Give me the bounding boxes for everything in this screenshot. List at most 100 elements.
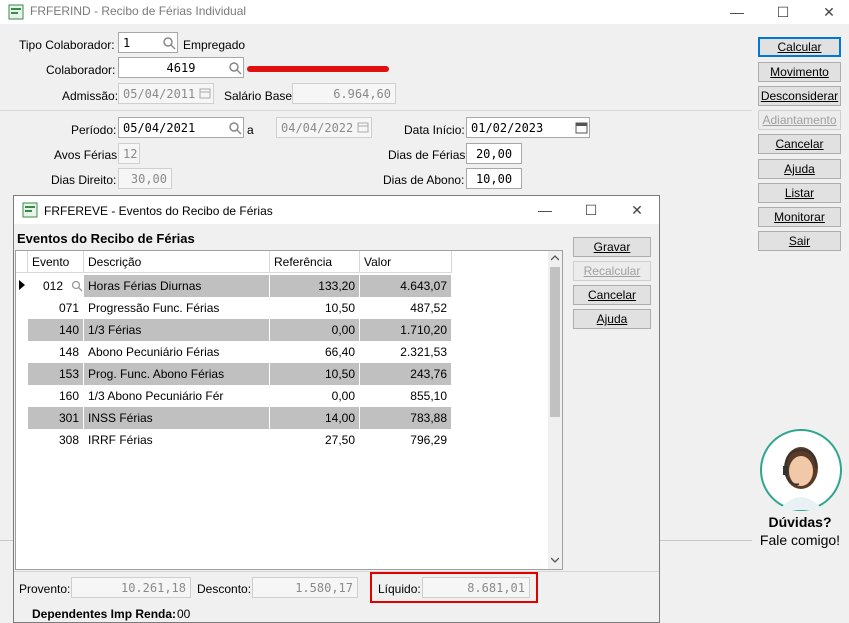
liquido-label: Líquido:: [378, 582, 421, 596]
help-widget[interactable]: Dúvidas? Fale comigo!: [755, 428, 845, 552]
dialog-ajuda-button[interactable]: Ajuda: [573, 309, 651, 329]
desconto-field: 1.580,17: [252, 577, 358, 598]
search-icon[interactable]: [228, 61, 242, 75]
sair-button[interactable]: Sair: [758, 231, 841, 251]
dias-ferias-field[interactable]: 20,00: [466, 143, 522, 164]
table-row[interactable]: 071 Progressão Func. Férias 10,50 487,52: [16, 297, 452, 319]
cell-valor: 243,76: [360, 363, 452, 385]
avos-ferias-field: 12: [118, 143, 140, 164]
scroll-thumb[interactable]: [550, 267, 560, 417]
cell-valor: 796,29: [360, 429, 452, 451]
cell-valor: 1.710,20: [360, 319, 452, 341]
row-indicator-header: [16, 251, 28, 273]
calendar-icon[interactable]: [575, 121, 588, 134]
avos-ferias-label: Avos Férias:: [54, 148, 121, 162]
listar-button[interactable]: Listar: [758, 183, 841, 203]
search-icon[interactable]: [71, 280, 83, 292]
provento-value: 10.261,18: [120, 581, 186, 595]
dias-ferias-label: Dias de Férias:: [388, 148, 469, 162]
dependentes-value: 00: [177, 607, 191, 621]
dias-abono-value: 10,00: [475, 172, 513, 186]
table-row[interactable]: 153 Prog. Func. Abono Férias 10,50 243,7…: [16, 363, 452, 385]
provento-label: Provento:: [19, 582, 71, 596]
cell-descricao: Abono Pecuniário Férias: [84, 341, 270, 363]
cell-referencia: 10,50: [270, 363, 360, 385]
data-inicio-value: 01/02/2023: [471, 121, 544, 135]
periodo-fim-value: 04/04/2022: [281, 121, 354, 135]
monitorar-button[interactable]: Monitorar: [758, 207, 841, 227]
admissao-label: Admissão:: [62, 89, 119, 103]
scroll-up-icon[interactable]: [551, 255, 559, 261]
cell-referencia: 10,50: [270, 297, 360, 319]
dialog-close-button[interactable]: ✕: [614, 200, 660, 220]
dialog-cancelar-button[interactable]: Cancelar: [573, 285, 651, 305]
cell-evento: 308: [28, 429, 84, 451]
tipo-colaborador-label: Tipo Colaborador:: [19, 38, 115, 52]
table-row[interactable]: 160 1/3 Abono Pecuniário Fér 0,00 855,10: [16, 385, 452, 407]
main-title-bar: FRFERIND - Recibo de Férias Individual —…: [0, 0, 849, 24]
movimento-button[interactable]: Movimento: [758, 62, 841, 82]
cell-valor: 2.321,53: [360, 341, 452, 363]
calcular-button[interactable]: Calcular: [758, 37, 841, 57]
close-button[interactable]: ✕: [806, 2, 849, 22]
cancelar-button[interactable]: Cancelar: [758, 134, 841, 154]
redacted-name: [247, 66, 389, 72]
column-header-evento[interactable]: Evento: [28, 251, 84, 273]
colaborador-label: Colaborador:: [46, 63, 116, 77]
column-header-referencia[interactable]: Referência: [270, 251, 360, 273]
eventos-dialog: FRFEREVE - Eventos do Recibo de Férias —…: [13, 195, 660, 623]
periodo-inicio-field[interactable]: 05/04/2021: [118, 117, 244, 138]
adiantamento-button: Adiantamento: [758, 110, 841, 130]
avos-ferias-value: 12: [123, 147, 138, 161]
admissao-value: 05/04/2011: [123, 87, 196, 101]
search-icon[interactable]: [162, 36, 176, 50]
tipo-colaborador-value: 1: [123, 36, 131, 50]
cell-evento: 301: [28, 407, 84, 429]
ajuda-button[interactable]: Ajuda: [758, 159, 841, 179]
calendar-icon: [357, 122, 369, 133]
assistant-avatar: [760, 429, 842, 511]
cell-evento: 140: [28, 319, 84, 341]
dias-abono-field[interactable]: 10,00: [466, 168, 522, 189]
recalcular-button: Recalcular: [573, 261, 651, 281]
dialog-minimize-button[interactable]: —: [522, 200, 568, 220]
column-header-descricao[interactable]: Descrição: [84, 251, 270, 273]
colaborador-field[interactable]: 4619: [118, 57, 244, 78]
data-inicio-label: Data Início:: [404, 123, 465, 137]
cell-descricao: Prog. Func. Abono Férias: [84, 363, 270, 385]
cell-descricao: 1/3 Abono Pecuniário Fér: [84, 385, 270, 407]
gravar-button[interactable]: Gravar: [573, 237, 651, 257]
salario-base-value: 6.964,60: [333, 87, 391, 101]
table-row[interactable]: 148 Abono Pecuniário Férias 66,40 2.321,…: [16, 341, 452, 363]
dialog-maximize-button[interactable]: ☐: [568, 200, 614, 220]
cell-valor: 855,10: [360, 385, 452, 407]
column-header-valor[interactable]: Valor: [360, 251, 452, 273]
data-inicio-field[interactable]: 01/02/2023: [466, 117, 590, 138]
app-icon: [22, 202, 38, 218]
help-line1: Dúvidas?: [768, 514, 832, 530]
table-row[interactable]: 140 1/3 Férias 0,00 1.710,20: [16, 319, 452, 341]
minimize-button[interactable]: —: [714, 2, 760, 22]
scroll-down-icon[interactable]: [551, 557, 559, 563]
dialog-title-bar: FRFEREVE - Eventos do Recibo de Férias —…: [14, 196, 659, 224]
dias-abono-label: Dias de Abono:: [383, 173, 465, 187]
salario-base-field: 6.964,60: [292, 83, 396, 104]
desconsiderar-button[interactable]: Desconsiderar: [758, 86, 841, 106]
cell-valor: 4.643,07: [360, 275, 452, 297]
window-title: FRFERIND - Recibo de Férias Individual: [30, 4, 247, 18]
cell-referencia: 27,50: [270, 429, 360, 451]
dias-direito-field: 30,00: [118, 168, 172, 189]
search-icon[interactable]: [228, 121, 242, 135]
divider: [0, 110, 752, 111]
maximize-button[interactable]: ☐: [760, 2, 806, 22]
cell-descricao: 1/3 Férias: [84, 319, 270, 341]
periodo-inicio-value: 05/04/2021: [123, 121, 196, 135]
salario-base-label: Salário Base:: [224, 89, 296, 103]
vertical-scrollbar[interactable]: [548, 251, 562, 569]
table-row[interactable]: 308 IRRF Férias 27,50 796,29: [16, 429, 452, 451]
table-row[interactable]: 301 INSS Férias 14,00 783,88: [16, 407, 452, 429]
cell-evento: 160: [28, 385, 84, 407]
cell-descricao: Horas Férias Diurnas: [84, 275, 270, 297]
events-grid[interactable]: Evento Descrição Referência Valor 012 Ho…: [15, 250, 563, 570]
cell-referencia: 66,40: [270, 341, 360, 363]
